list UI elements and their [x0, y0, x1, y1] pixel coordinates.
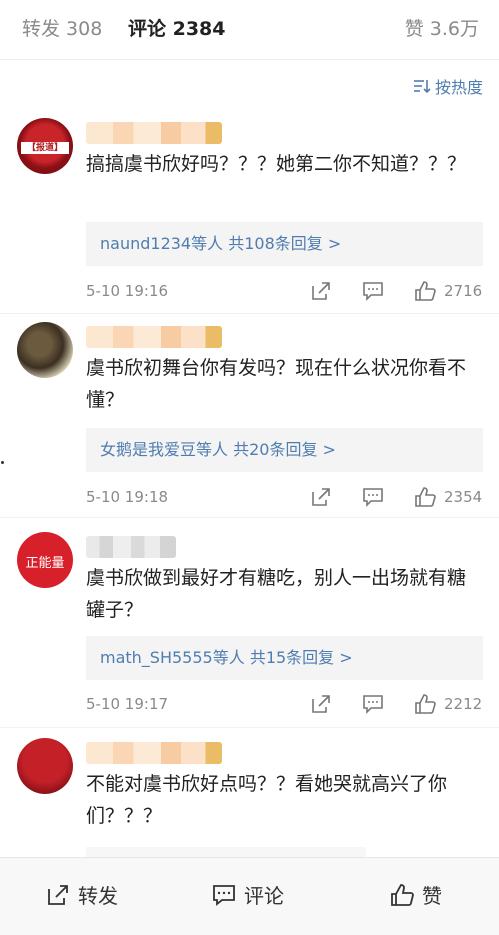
comment-label: 评论: [244, 884, 284, 908]
thumbs-up-icon[interactable]: [414, 486, 436, 508]
sort-by-hot-button[interactable]: 按热度: [413, 74, 483, 98]
sort-label: 按热度: [434, 78, 483, 97]
reply-users[interactable]: math_SH5555等人: [100, 648, 245, 667]
comment-text: 虞书欣初舞台你有发吗？现在什么状况你看不懂？: [86, 357, 467, 411]
reply-users[interactable]: naund1234等人: [100, 234, 223, 253]
reply-summary[interactable]: math_SH5555等人 共15条回复 >: [86, 636, 483, 680]
comment-button[interactable]: 评论: [212, 880, 284, 909]
like-button[interactable]: 赞: [390, 880, 442, 909]
bottom-action-bar: 转发 评论 赞: [0, 857, 499, 935]
thumbs-up-icon[interactable]: [414, 280, 436, 302]
share-icon[interactable]: [310, 486, 332, 508]
tab-repost[interactable]: 转发 308: [22, 14, 102, 41]
comment-item: 正能量 虞书欣做到最好才有糖吃，别人一出场就有糖罐子？ math_SH5555等…: [0, 532, 499, 728]
avatar[interactable]: 正能量: [17, 532, 73, 588]
reply-count[interactable]: 共108条回复 >: [228, 234, 341, 253]
avatar[interactable]: 【报道】: [17, 118, 73, 174]
sort-icon: [413, 80, 431, 94]
comment-meta: 5-10 19:16 2716: [86, 280, 483, 304]
tab-comment[interactable]: 评论 2384: [128, 14, 226, 41]
comment-time: 5-10 19:18: [86, 488, 169, 506]
stray-dot: [1, 461, 4, 464]
avatar-label: 正能量: [25, 556, 65, 571]
username-blurred[interactable]: [86, 326, 222, 348]
username-blurred[interactable]: [86, 536, 176, 558]
comment-text: 搞搞虞书欣好吗？？？她第二你不知道？？？: [86, 153, 467, 175]
comment-time: 5-10 19:16: [86, 282, 169, 300]
thumbs-up-icon: [391, 883, 414, 906]
reply-count[interactable]: 共15条回复 >: [250, 648, 353, 667]
comment-meta: 5-10 19:17 2212: [86, 693, 483, 717]
comment-icon[interactable]: [362, 280, 384, 302]
comment-item: 虞书欣初舞台你有发吗？现在什么状况你看不懂？ 女鹅是我爱豆等人 共20条回复 >…: [0, 322, 499, 518]
like-count: 2212: [444, 695, 483, 713]
like-label: 赞: [422, 884, 442, 908]
avatar[interactable]: [17, 322, 73, 378]
reply-summary[interactable]: 女鹅是我爱豆等人 共20条回复 >: [86, 428, 483, 472]
username-blurred[interactable]: [86, 742, 222, 764]
like-count: 2354: [444, 488, 483, 506]
share-icon[interactable]: [310, 693, 332, 715]
comment-icon[interactable]: [362, 693, 384, 715]
tab-like[interactable]: 赞 3.6万: [405, 14, 479, 41]
comment-item: 【报道】 搞搞虞书欣好吗？？？她第二你不知道？？？ naund1234等人 共1…: [0, 118, 499, 314]
tab-bar: 转发 308 评论 2384 赞 3.6万: [0, 0, 499, 60]
repost-button[interactable]: 转发: [46, 880, 118, 909]
avatar[interactable]: [17, 738, 73, 794]
comment-icon: [213, 884, 235, 906]
avatar-badge-text: 【报道】: [21, 142, 69, 154]
comment-text: 虞书欣做到最好才有糖吃，别人一出场就有糖罐子？: [86, 567, 467, 621]
comment-text: 不能对虞书欣好点吗？？看她哭就高兴了你们？？？: [86, 773, 448, 827]
comment-item: 不能对虞书欣好点吗？？看她哭就高兴了你们？？？: [0, 738, 499, 858]
reply-count[interactable]: 共20条回复 >: [233, 440, 336, 459]
share-icon: [48, 884, 68, 905]
comment-meta: 5-10 19:18 2354: [86, 486, 483, 510]
repost-label: 转发: [78, 884, 118, 908]
like-count: 2716: [444, 282, 483, 300]
username-blurred[interactable]: [86, 122, 222, 144]
comment-time: 5-10 19:17: [86, 695, 169, 713]
reply-users[interactable]: 女鹅是我爱豆等人: [100, 440, 228, 459]
thumbs-up-icon[interactable]: [414, 693, 436, 715]
share-icon[interactable]: [310, 280, 332, 302]
comment-icon[interactable]: [362, 486, 384, 508]
reply-summary[interactable]: naund1234等人 共108条回复 >: [86, 222, 483, 266]
